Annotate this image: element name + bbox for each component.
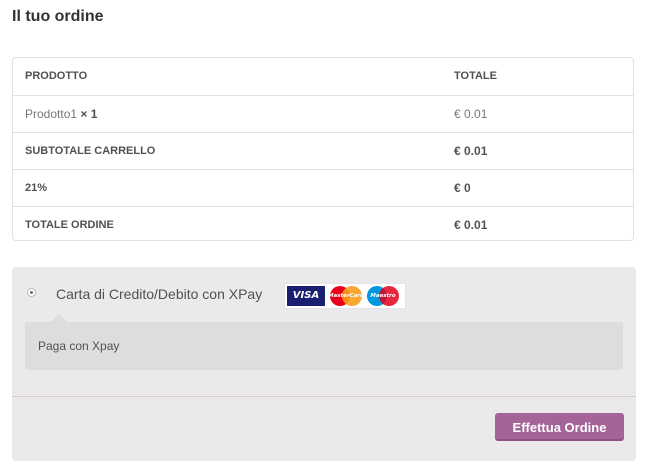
header-product: PRODOTTO [25, 70, 88, 82]
visa-logo-icon: VISA [287, 286, 325, 306]
place-order-button[interactable]: Effettua Ordine [495, 413, 624, 441]
payment-method-label[interactable]: Carta di Credito/Debito con XPay [56, 286, 262, 302]
mastercard-logo-icon: MasterCard [328, 286, 364, 306]
order-total-value: € 0.01 [454, 218, 488, 232]
section-divider [12, 396, 636, 397]
order-total-label: TOTALE ORDINE [25, 219, 114, 231]
order-total-row: TOTALE ORDINE € 0.01 [13, 206, 633, 243]
payment-description-box: Paga con Xpay [25, 314, 623, 370]
subtotal-label: SUBTOTALE CARRELLO [25, 145, 156, 157]
cart-item-name-cell: Prodotto1 × 1 [25, 96, 97, 132]
tax-row: 21% € 0 [13, 169, 633, 206]
header-total: TOTALE [454, 70, 497, 82]
tax-label: 21% [25, 182, 48, 194]
maestro-logo-icon: Maestro [365, 286, 401, 306]
maestro-logo-text: Maestro [370, 293, 396, 299]
tax-value: € 0 [454, 181, 471, 195]
table-header-row: PRODOTTO TOTALE [13, 58, 633, 95]
payment-method-radio[interactable] [27, 288, 36, 297]
payment-description: Paga con Xpay [38, 339, 120, 353]
product-total: € 0.01 [454, 107, 488, 121]
order-review-heading: Il tuo ordine [12, 8, 104, 25]
order-review-table: PRODOTTO TOTALE Prodotto1 × 1 € 0.01 SUB… [12, 57, 634, 241]
subtotal-value: € 0.01 [454, 144, 488, 158]
card-logos: VISA MasterCard Maestro [284, 283, 406, 309]
payment-section: Carta di Credito/Debito con XPay VISA Ma… [12, 267, 636, 461]
cart-item-row: Prodotto1 × 1 € 0.01 [13, 95, 633, 132]
mastercard-logo-text: MasterCard [328, 293, 364, 299]
product-quantity: × 1 [80, 107, 98, 121]
product-name: Prodotto1 [25, 107, 78, 121]
subtotal-row: SUBTOTALE CARRELLO € 0.01 [13, 132, 633, 169]
